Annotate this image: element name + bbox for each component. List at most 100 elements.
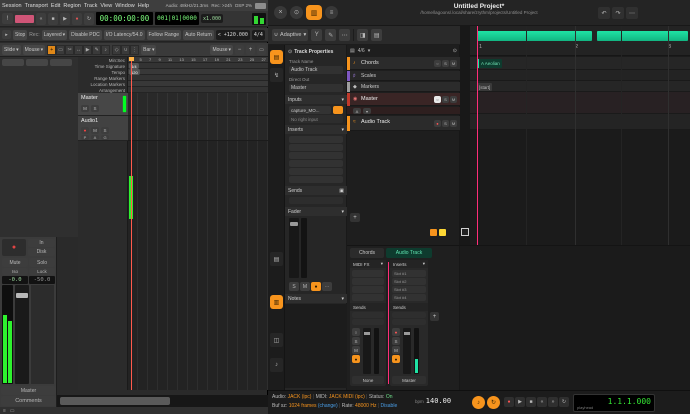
- chevron-down-icon[interactable]: ▾: [368, 48, 371, 54]
- edit-mode-dropdown[interactable]: Slide▾: [2, 45, 21, 55]
- modulators-tab[interactable]: ◫: [270, 333, 283, 347]
- midi-fx-slot[interactable]: [352, 278, 384, 285]
- tracklist-settings-icon[interactable]: ⊙: [453, 48, 457, 54]
- plugin-inspector-tab[interactable]: ↯: [270, 68, 283, 82]
- master-lane[interactable]: [470, 92, 690, 114]
- midi-fx-header[interactable]: MIDI FX▾: [350, 260, 386, 268]
- mute-button[interactable]: M: [91, 127, 99, 134]
- strip-fader[interactable]: [15, 285, 29, 384]
- grid-tool-icon[interactable]: ▤: [371, 29, 382, 41]
- close-icon[interactable]: ×: [274, 6, 287, 19]
- mixer-tab[interactable]: ▥: [270, 295, 283, 309]
- solo-button[interactable]: S: [442, 60, 449, 67]
- inspector-fader[interactable]: [289, 218, 299, 278]
- mute-button[interactable]: M: [450, 60, 457, 67]
- draw-mode-icon[interactable]: ✎: [92, 45, 101, 55]
- track-name[interactable]: Master: [81, 95, 98, 101]
- menu-edit[interactable]: Edit: [51, 3, 60, 9]
- record-arm-button[interactable]: ○: [434, 60, 441, 67]
- editor-mixer-toggle[interactable]: [2, 59, 24, 66]
- ruler-label-minsec[interactable]: Min:Sec: [109, 58, 125, 63]
- editor-tab[interactable]: ▤: [270, 252, 283, 266]
- timeline-divider[interactable]: [460, 26, 470, 245]
- return-to-cue-button[interactable]: ↻: [487, 396, 500, 409]
- scale-marker[interactable]: A Aeolian: [477, 59, 502, 68]
- send-slot[interactable]: [352, 312, 384, 318]
- snap-grid-icon[interactable]: ∪: [121, 45, 130, 55]
- direct-out-selector[interactable]: Master: [392, 376, 426, 384]
- record-arm-button[interactable]: ○: [352, 328, 360, 336]
- tempo-display[interactable]: < +120.000: [216, 30, 250, 40]
- channel-settings-button[interactable]: ●: [352, 355, 360, 363]
- playhead-line[interactable]: [477, 26, 478, 245]
- solo-button[interactable]: S: [442, 96, 449, 103]
- ruler-label-range-markers[interactable]: Range Markers: [94, 76, 125, 81]
- record-button[interactable]: ●: [72, 13, 82, 25]
- edit-point-dropdown[interactable]: Mouse▾: [23, 45, 46, 55]
- hamburger-menu-button[interactable]: ≡: [325, 6, 338, 19]
- inserts-header[interactable]: Inserts▾: [390, 260, 428, 268]
- insert-slot[interactable]: [289, 168, 343, 175]
- bpm-value[interactable]: 140.00: [426, 397, 451, 405]
- scrollbar-thumb[interactable]: [60, 397, 170, 405]
- toggle-left-dock-button[interactable]: ▥: [306, 5, 322, 20]
- menu-track[interactable]: Track: [84, 3, 98, 9]
- strip-solo-button[interactable]: Solo: [29, 258, 55, 267]
- sends-header[interactable]: Sends: [390, 303, 428, 311]
- chord-pad-tab[interactable]: ♪: [270, 358, 283, 372]
- insert-slot[interactable]: Slot #2: [392, 278, 426, 285]
- midi-fx-slot[interactable]: [352, 286, 384, 293]
- playhead-line[interactable]: [131, 57, 132, 390]
- pencil-icon[interactable]: ✎: [325, 29, 336, 41]
- editor-prop-toggle[interactable]: [50, 59, 72, 66]
- redo-icon[interactable]: ↷: [612, 7, 624, 19]
- ruler-label-timesig[interactable]: Time Signature: [95, 64, 125, 69]
- zoom-in-button[interactable]: +: [246, 45, 255, 55]
- snap-magnetic-icon[interactable]: ⋮: [130, 45, 139, 55]
- track-name[interactable]: Audio1: [81, 118, 98, 124]
- inspector-more-button[interactable]: ⋯: [322, 282, 332, 291]
- insert-slot[interactable]: Slot #4: [392, 294, 426, 301]
- start-marker[interactable]: [start]: [477, 83, 492, 91]
- timeline-arranger[interactable]: 1 2 3 A Aeolian [start]: [470, 26, 690, 245]
- loop-button[interactable]: ↻: [84, 13, 94, 25]
- strip-mute-button[interactable]: Mute: [2, 258, 28, 267]
- zoom-out-button[interactable]: −: [235, 45, 244, 55]
- send-slot[interactable]: [392, 312, 426, 318]
- track-row-scales[interactable]: ♯ Scales: [347, 71, 460, 81]
- editor-list-toggle[interactable]: [26, 59, 48, 66]
- menu-transport[interactable]: Transport: [25, 3, 48, 9]
- record-arm-button[interactable]: ●: [434, 120, 441, 127]
- window-menu-button[interactable]: ⊙: [290, 6, 303, 19]
- audition-mode-icon[interactable]: ▶: [83, 45, 92, 55]
- filter-icon[interactable]: Y: [311, 29, 322, 41]
- ellipsis-icon[interactable]: ⋯: [339, 29, 350, 41]
- monitor-disk-button[interactable]: Disk: [28, 248, 55, 256]
- solo-button[interactable]: S: [101, 127, 109, 134]
- insert-slot[interactable]: Slot #1: [392, 270, 426, 277]
- peak-display[interactable]: -50.0: [29, 276, 55, 284]
- markers-lane[interactable]: [470, 81, 690, 92]
- window-icon[interactable]: ▭: [10, 408, 15, 414]
- follow-range-button[interactable]: Follow Range: [147, 30, 182, 40]
- stop-mode-chip[interactable]: Stop: [13, 30, 27, 40]
- mute-button[interactable]: M: [352, 346, 360, 354]
- track-name[interactable]: Markers: [361, 84, 379, 90]
- snap-mode-dropdown[interactable]: ∪ Adaptive ▾: [272, 29, 308, 41]
- list-icon[interactable]: ≡: [3, 408, 6, 414]
- send-slot[interactable]: [352, 319, 384, 325]
- notes-section-header[interactable]: Notes▾: [285, 294, 347, 303]
- input-stereo-badge[interactable]: [333, 106, 343, 114]
- track-row-master[interactable]: ◉ Master ○ S M: [347, 93, 460, 106]
- snap-off-icon[interactable]: ◇: [112, 45, 121, 55]
- more-options-icon[interactable]: ⋯: [626, 7, 638, 19]
- master-lane[interactable]: [128, 93, 268, 116]
- solo-button[interactable]: S: [352, 337, 360, 345]
- cut-mode-icon[interactable]: ✂: [65, 45, 74, 55]
- inputs-section-header[interactable]: Inputs▾: [285, 95, 347, 104]
- output-routing-button[interactable]: Master: [1, 386, 56, 395]
- timeline-ruler[interactable]: 1 2 3: [470, 26, 690, 56]
- stop-button[interactable]: ■: [48, 13, 58, 25]
- menu-help[interactable]: Help: [138, 3, 149, 9]
- insert-slot[interactable]: [289, 136, 343, 143]
